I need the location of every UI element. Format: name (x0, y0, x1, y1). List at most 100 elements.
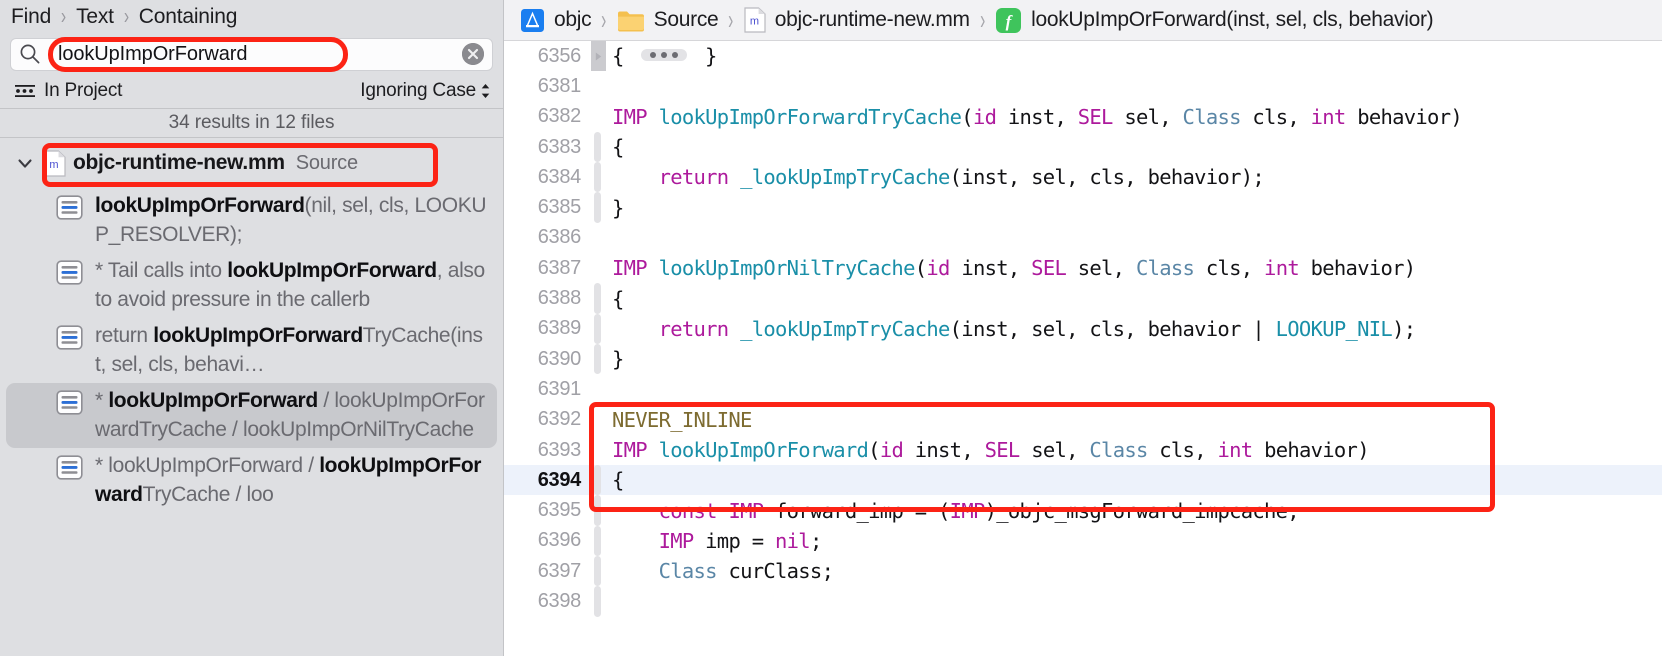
line-number: 6398 (537, 589, 582, 612)
code-gutter[interactable] (590, 374, 606, 404)
jumpbar-item-3[interactable]: m objc-runtime-new.mm (744, 7, 970, 33)
result-file-group-row[interactable]: m objc-runtime-new.mm Source (0, 138, 503, 188)
code-line-text: return _lookUpImpTryCache(inst, sel, cls… (658, 316, 1416, 341)
search-icon (19, 43, 41, 65)
search-result-row[interactable]: return lookUpImpOrForwardTryCache(inst, … (0, 318, 503, 383)
svg-text:m: m (49, 159, 58, 171)
code-gutter[interactable] (590, 41, 606, 72)
line-number: 6382 (537, 105, 582, 128)
code-line[interactable]: 6384 return _lookUpImpTryCache(inst, sel… (504, 162, 1662, 193)
code-block-indicator (594, 313, 601, 344)
code-gutter[interactable] (590, 192, 606, 223)
code-line[interactable]: 6398 (504, 586, 1662, 617)
find-scope-item-text[interactable]: Text (76, 5, 114, 29)
search-result-row[interactable]: * lookUpImpOrForward / lookUpImpOrForwar… (0, 448, 503, 513)
search-result-row[interactable]: * Tail calls into lookUpImpOrForward, al… (0, 253, 503, 318)
code-line-text: { (612, 135, 624, 160)
search-input-value[interactable]: lookUpImpOrForward (44, 43, 462, 66)
xcode-window: Find › Text › Containing lookUpImpOrForward (0, 0, 1662, 656)
search-result-row[interactable]: lookUpImpOrForward(nil, sel, cls, LOOKUP… (0, 188, 503, 253)
code-gutter[interactable] (590, 435, 606, 465)
case-sensitivity-selector[interactable]: Ignoring Case (360, 80, 491, 102)
code-gutter[interactable] (590, 162, 606, 193)
code-gutter[interactable] (590, 343, 606, 375)
code-block-indicator (594, 162, 601, 193)
code-line[interactable]: 6356 { } (504, 41, 1662, 72)
code-line[interactable]: 6393 IMP lookUpImpOrForward(id inst, SEL … (504, 435, 1662, 465)
code-line-text: { (612, 286, 624, 311)
scope-label: In Project (44, 80, 123, 101)
clear-search-icon[interactable] (462, 43, 484, 65)
find-scope-item-containing[interactable]: Containing (139, 5, 238, 29)
code-line[interactable]: 6383 { (504, 131, 1662, 163)
jumpbar-item-2[interactable]: Source (617, 8, 719, 32)
line-number: 6385 (537, 196, 582, 219)
code-line-text: IMP lookUpImpOrForward(id inst, SEL sel,… (612, 438, 1370, 462)
jumpbar-item-4[interactable]: f lookUpImpOrForward(inst, sel, cls, beha… (995, 7, 1434, 34)
text-match-icon (56, 390, 83, 415)
svg-text:m: m (750, 16, 759, 28)
code-line-text: Class curClass; (658, 559, 834, 584)
code-gutter[interactable] (590, 102, 606, 132)
code-line-text: IMP lookUpImpOrNilTryCache(id inst, SEL … (612, 256, 1416, 281)
code-line[interactable]: 6386 (504, 223, 1662, 253)
code-line[interactable]: 6390} (504, 343, 1662, 375)
code-line[interactable]: 6396 IMP imp = nil; (504, 525, 1662, 557)
code-gutter[interactable] (590, 253, 606, 283)
code-area[interactable]: 6356 { } 6381 6382 IMP lookUpImpOrForwardTry… (504, 41, 1662, 656)
search-result-text: * Tail calls into lookUpImpOrForward, al… (95, 259, 485, 311)
code-line[interactable]: 6394 { (504, 465, 1662, 496)
code-fold-triangle-icon[interactable] (591, 41, 606, 72)
code-gutter[interactable] (590, 586, 606, 617)
jumpbar-item-1[interactable]: objc (520, 8, 592, 33)
xcode-project-icon (520, 8, 545, 33)
code-gutter[interactable] (590, 405, 606, 435)
code-gutter[interactable] (590, 71, 606, 101)
code-block-indicator (594, 283, 601, 314)
jumpbar-item-label: objc-runtime-new.mm (774, 8, 970, 31)
line-number: 6356 (537, 44, 582, 67)
code-line[interactable]: 6385} (504, 192, 1662, 223)
find-scope-item-find[interactable]: Find (11, 5, 51, 29)
find-navigator-sidebar: Find › Text › Containing lookUpImpOrForward (0, 0, 504, 656)
code-line[interactable]: 6382 IMP lookUpImpOrForwardTryCache(id in… (504, 102, 1662, 132)
code-gutter[interactable] (590, 495, 606, 526)
collapsed-code-pill[interactable] (641, 49, 688, 62)
code-line[interactable]: 6388 { (504, 283, 1662, 314)
code-line-text: IMP imp = nil; (658, 528, 823, 553)
code-line[interactable]: 6397 Class curClass; (504, 556, 1662, 587)
code-gutter[interactable] (590, 131, 606, 163)
code-block-indicator (594, 192, 601, 223)
line-number: 6381 (537, 74, 582, 97)
search-result-text: * lookUpImpOrForward / lookUpImpOrForwar… (95, 389, 485, 441)
code-line[interactable]: 6389 return _lookUpImpTryCache(inst, sel… (504, 313, 1662, 344)
code-line[interactable]: 6392 NEVER_INLINE (504, 405, 1662, 435)
code-line[interactable]: 6381 (504, 71, 1662, 101)
line-number: 6384 (537, 165, 582, 188)
code-line[interactable]: 6391 (504, 374, 1662, 404)
source-editor: objc › Source › m objc-runtime-new.mm › f lookUp… (504, 0, 1662, 656)
code-gutter[interactable] (590, 525, 606, 557)
code-gutter[interactable] (590, 223, 606, 253)
scope-selector[interactable]: In Project (14, 80, 122, 102)
search-input[interactable]: lookUpImpOrForward (10, 37, 493, 71)
code-gutter[interactable] (590, 556, 606, 587)
code-block-indicator (594, 495, 601, 526)
jumpbar-separator: › (728, 3, 734, 35)
search-results-list[interactable]: m objc-runtime-new.mm Source lookUpImpOrFor… (0, 138, 503, 656)
code-gutter[interactable] (590, 465, 606, 496)
search-result-row[interactable]: * lookUpImpOrForward / lookUpImpOrForwar… (6, 383, 497, 448)
code-block-indicator (594, 465, 601, 496)
text-match-icon (56, 195, 83, 220)
code-line[interactable]: 6387 IMP lookUpImpOrNilTryCache(id inst, … (504, 253, 1662, 283)
editor-jump-bar[interactable]: objc › Source › m objc-runtime-new.mm › f lookUp… (504, 0, 1662, 41)
code-gutter[interactable] (590, 283, 606, 314)
line-number: 6390 (537, 347, 582, 370)
code-gutter[interactable] (590, 313, 606, 344)
code-line[interactable]: 6395 const IMP forward_imp = (IMP)_objc_… (504, 495, 1662, 526)
code-line-text: { (612, 468, 624, 493)
find-scope-breadcrumb: Find › Text › Containing (0, 0, 503, 34)
code-block-indicator (594, 525, 601, 557)
chevron-down-icon[interactable] (14, 152, 36, 174)
code-line-text: } (612, 195, 624, 220)
